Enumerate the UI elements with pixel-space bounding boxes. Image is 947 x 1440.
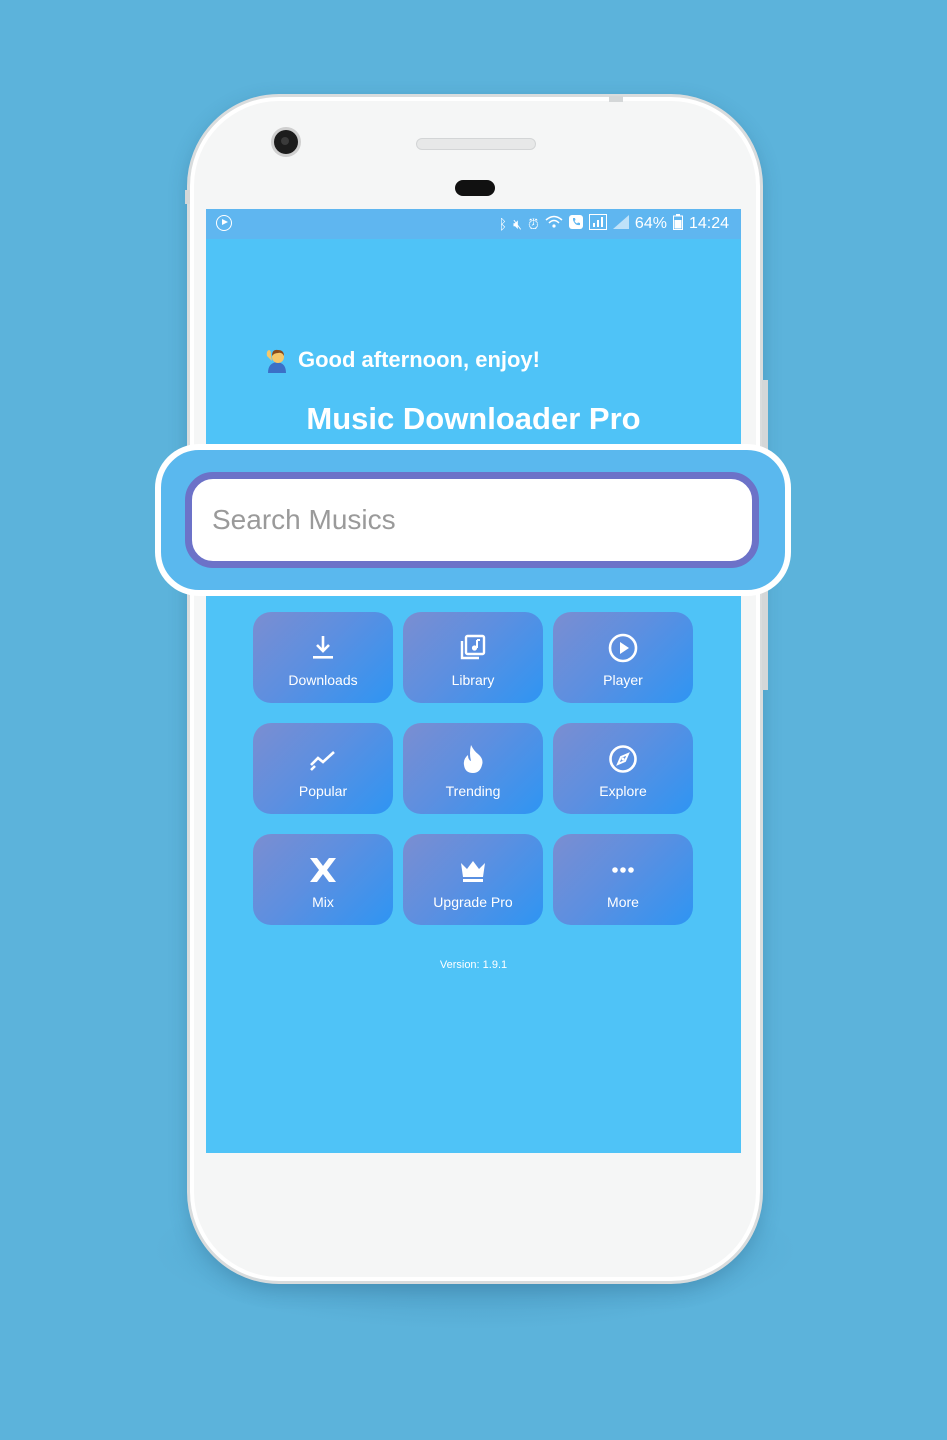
media-playing-icon	[216, 215, 232, 231]
phone-side-button	[762, 380, 768, 450]
version-text: Version: 1.9.1	[439, 959, 508, 971]
library-button[interactable]: Library	[403, 612, 543, 703]
mute-icon: 🔇︎	[513, 216, 522, 232]
trending-label: Trending	[445, 782, 501, 799]
phone-left-button	[185, 190, 190, 204]
front-camera	[274, 130, 298, 154]
mix-label: Mix	[312, 893, 334, 910]
play-circle-icon	[608, 633, 638, 662]
compass-icon	[609, 744, 637, 773]
search-highlight-frame: Search Musics	[155, 444, 791, 596]
greeting: Good afternoon, enjoy!	[264, 347, 540, 373]
flame-icon	[463, 744, 483, 773]
upgrade-pro-label: Upgrade Pro	[433, 893, 513, 910]
battery-percent: 64%	[634, 215, 667, 232]
search-input[interactable]: Search Musics	[185, 472, 759, 568]
earpiece-speaker	[416, 138, 536, 150]
search-placeholder: Search Musics	[212, 504, 396, 535]
more-icon	[612, 866, 634, 873]
menu-grid: Downloads Library Player Popular Trendin…	[253, 612, 693, 925]
battery-icon	[672, 214, 683, 234]
player-label: Player	[603, 671, 643, 688]
player-button[interactable]: Player	[553, 612, 693, 703]
phone-volume-button	[762, 590, 768, 690]
popular-label: Popular	[298, 782, 348, 799]
more-button[interactable]: More	[553, 834, 693, 925]
app-screen: ᛒ 🔇︎ ⏰︎ 64% 14:24 Good afternoon, enjoy!…	[206, 209, 741, 1153]
phone-call-icon	[568, 215, 583, 233]
greeting-text: Good afternoon, enjoy!	[298, 347, 540, 372]
status-bar: ᛒ 🔇︎ ⏰︎ 64% 14:24	[206, 209, 741, 239]
person-raising-hand-icon	[264, 347, 290, 373]
upgrade-pro-button[interactable]: Upgrade Pro	[403, 834, 543, 925]
wifi-icon	[545, 215, 563, 233]
more-label: More	[607, 893, 639, 910]
status-icons: ᛒ 🔇︎ ⏰︎ 64% 14:24	[499, 214, 729, 234]
download-icon	[313, 635, 333, 659]
mix-icon	[310, 857, 336, 882]
crown-icon	[461, 860, 485, 882]
trending-button[interactable]: Trending	[403, 723, 543, 814]
downloads-button[interactable]: Downloads	[253, 612, 393, 703]
alarm-icon: ⏰︎	[528, 216, 539, 232]
explore-button[interactable]: Explore	[553, 723, 693, 814]
popular-button[interactable]: Popular	[253, 723, 393, 814]
signal-box-icon	[588, 214, 607, 234]
proximity-sensor	[455, 180, 495, 196]
mix-button[interactable]: Mix	[253, 834, 393, 925]
app-title: Music Downloader Pro	[306, 401, 641, 436]
cell-signal-icon	[612, 215, 629, 233]
library-label: Library	[451, 671, 495, 688]
phone-top-button	[609, 96, 623, 102]
explore-label: Explore	[599, 782, 647, 799]
clock-time: 14:24	[688, 215, 729, 232]
bluetooth-icon: ᛒ	[498, 216, 508, 232]
library-icon	[460, 634, 486, 659]
downloads-label: Downloads	[288, 671, 358, 688]
trending-line-icon	[310, 750, 335, 771]
